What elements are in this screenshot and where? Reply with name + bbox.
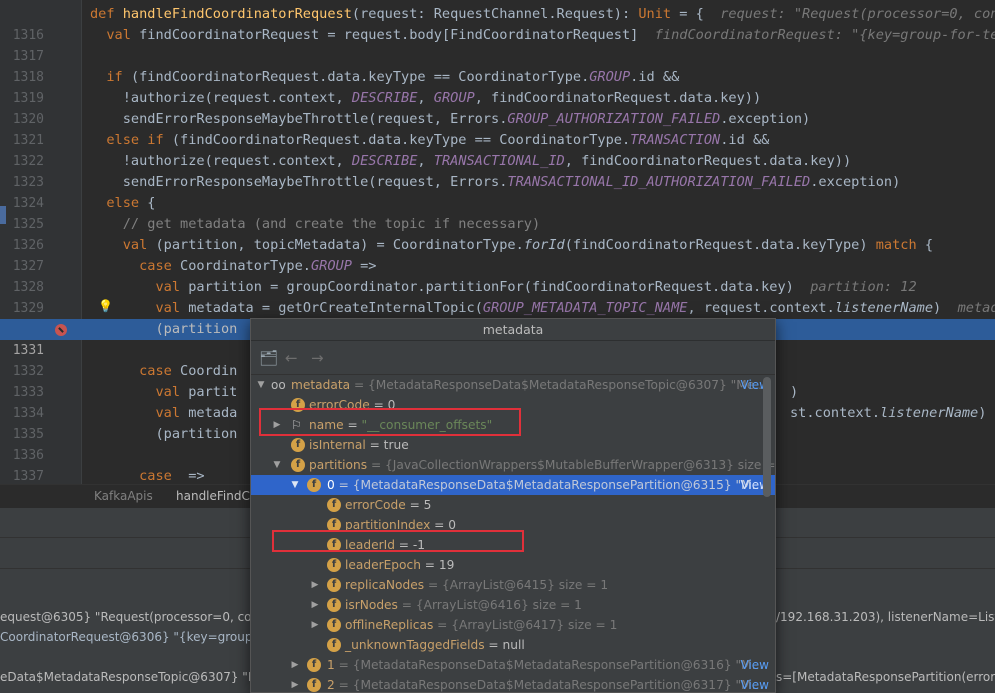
tree-node-replicanodes[interactable]: ▶ f replicaNodes = {ArrayList@6415} size… <box>251 575 775 595</box>
variable-request-continued: /192.168.31.203), listenerName=Listen <box>776 610 995 624</box>
inline-debug-hint: metad <box>957 300 995 316</box>
code-line-1320[interactable]: 1320 !authorize(request.context, DESCRIB… <box>0 88 995 127</box>
field-icon: f <box>327 498 341 512</box>
highlight-box-name <box>259 408 521 436</box>
expand-arrow-icon[interactable]: ▶ <box>309 575 321 595</box>
inline-debug-hint: partition: 12 <box>810 279 917 295</box>
expand-arrow-icon[interactable]: ▶ <box>289 675 301 692</box>
forward-arrow-icon[interactable]: → <box>311 349 324 367</box>
variable-metadata-continued: s=[MetadataResponsePartition(errorC <box>776 670 995 684</box>
code-line-1330[interactable]: 1330 💡 val metadata = getOrCreateInterna… <box>0 298 995 337</box>
code-line-1318[interactable]: 1318 <box>0 46 995 85</box>
tree-node-metadata[interactable]: ▼ oo metadata = {MetadataResponseData$Me… <box>251 375 775 395</box>
code-line-1321[interactable]: 1321 sendErrorResponseMaybeThrottle(requ… <box>0 109 995 148</box>
code-line-1329[interactable]: 1329 val partition = groupCoordinator.pa… <box>0 277 995 316</box>
field-icon: f <box>291 438 305 452</box>
field-icon: f <box>307 478 321 492</box>
view-link[interactable]: View <box>741 675 769 692</box>
field-icon: f <box>307 658 321 672</box>
breakpoint-icon[interactable] <box>55 324 67 336</box>
field-icon: f <box>327 558 341 572</box>
tree-node-partitions[interactable]: ▼ f partitions = {JavaCollectionWrappers… <box>251 455 775 475</box>
tree-node-isrnodes[interactable]: ▶ f isrNodes = {ArrayList@6416} size = 1 <box>251 595 775 615</box>
popup-title[interactable]: metadata <box>251 319 775 341</box>
expand-arrow-icon[interactable]: ▼ <box>289 475 301 495</box>
tree-node-partition-0[interactable]: ▼ f 0 = {MetadataResponseData$MetadataRe… <box>251 475 775 495</box>
back-arrow-icon[interactable]: ← <box>285 349 298 367</box>
variable-find-coordinator-request[interactable]: CoordinatorRequest@6306} "{key=group-f <box>0 630 261 644</box>
tree-node-partition-2[interactable]: ▶ f 2 = {MetadataResponseData$MetadataRe… <box>251 675 775 692</box>
tree-node-partition-1[interactable]: ▶ f 1 = {MetadataResponseData$MetadataRe… <box>251 655 775 675</box>
variable-metadata[interactable]: eData$MetadataResponseTopic@6307} "M <box>0 670 258 684</box>
code-line-1324[interactable]: 1324 sendErrorResponseMaybeThrottle(requ… <box>0 172 995 211</box>
view-link[interactable]: View <box>741 655 769 675</box>
code-line-1326[interactable]: 1326 // get metadata (and create the top… <box>0 214 995 253</box>
field-icon: f <box>327 618 341 632</box>
code-comment: // get metadata (and create the topic if… <box>122 216 541 232</box>
field-icon: f <box>327 638 341 652</box>
tree-node-isinternal[interactable]: f isInternal = true <box>251 435 775 455</box>
code-line-1327[interactable]: 1327 val (partition, topicMetadata) = Co… <box>0 235 995 274</box>
expand-arrow-icon[interactable]: ▼ <box>271 455 283 475</box>
code-line-1316[interactable]: 1316 def handleFindCoordinatorRequest(re… <box>0 4 995 43</box>
code-line-1328[interactable]: 1328 case CoordinatorType.GROUP => <box>0 256 995 295</box>
expand-arrow-icon[interactable]: ▼ <box>255 375 267 395</box>
breadcrumb-class[interactable]: KafkaApis <box>94 485 153 507</box>
expand-arrow-icon[interactable]: ▶ <box>309 595 321 615</box>
expand-arrow-icon[interactable]: ▶ <box>309 615 321 635</box>
code-line-1323[interactable]: 1323 !authorize(request.context, DESCRIB… <box>0 151 995 190</box>
breadcrumb-method[interactable]: handleFindCo <box>176 485 257 507</box>
inline-debug-hint: request: "Request(processor=0, con <box>720 6 995 22</box>
expand-arrow-icon[interactable]: ▶ <box>289 655 301 675</box>
code-line-1322[interactable]: 1322 else if (findCoordinatorRequest.dat… <box>0 130 995 169</box>
popup-scrollbar[interactable] <box>763 377 771 497</box>
variable-request[interactable]: equest@6305} "Request(processor=0, conne <box>0 610 274 624</box>
tree-node-unknowntaggedfields[interactable]: f _unknownTaggedFields = null <box>251 635 775 655</box>
field-icon: f <box>327 578 341 592</box>
tree-node-partition-errorcode[interactable]: f errorCode = 5 <box>251 495 775 515</box>
popup-toolbar: 🗂 ← → <box>251 341 775 375</box>
object-icon: oo <box>271 378 286 392</box>
field-icon: f <box>291 458 305 472</box>
evaluate-popup[interactable]: metadata 🗂 ← → ▼ oo metadata = {Metadata… <box>250 318 776 693</box>
tree-view-icon[interactable]: 🗂 <box>259 349 278 367</box>
tree-node-leaderepoch[interactable]: f leaderEpoch = 19 <box>251 555 775 575</box>
tree-node-offlinereplicas[interactable]: ▶ f offlineReplicas = {ArrayList@6417} s… <box>251 615 775 635</box>
code-line-1317[interactable]: 1317 val findCoordinatorRequest = reques… <box>0 25 995 64</box>
inline-debug-hint: findCoordinatorRequest: "{key=group-for-… <box>654 27 995 43</box>
highlight-box-leaderid <box>272 530 524 552</box>
code-line-1319[interactable]: 1319 if (findCoordinatorRequest.data.key… <box>0 67 995 106</box>
field-icon: f <box>307 678 321 692</box>
code-line-1325[interactable]: 1325 else { <box>0 193 995 232</box>
field-icon: f <box>327 598 341 612</box>
